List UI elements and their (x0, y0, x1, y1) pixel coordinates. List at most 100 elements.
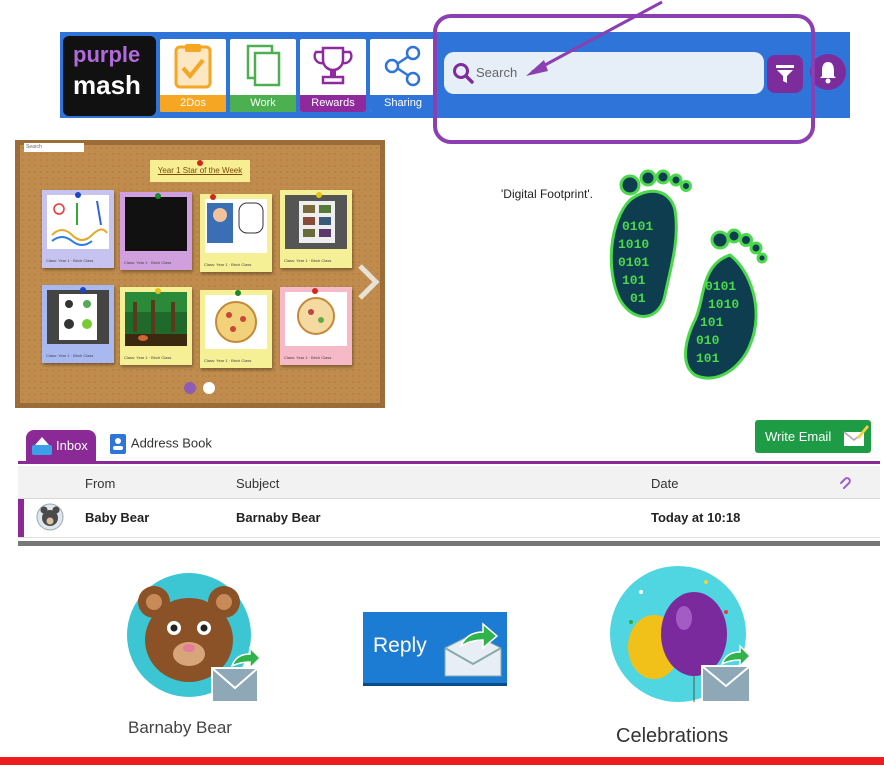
svg-text:101: 101 (622, 273, 646, 288)
barnaby-bear-caption: Barnaby Bear (128, 718, 232, 737)
tab-inbox[interactable]: Inbox (26, 430, 96, 461)
reply-envelope-icon (444, 622, 502, 677)
unread-indicator (18, 499, 24, 537)
svg-text:101: 101 (696, 351, 720, 366)
chevron-right-icon[interactable] (356, 262, 380, 302)
cork-search-input[interactable]: Search (24, 143, 84, 152)
card-picture (125, 197, 187, 251)
card-caption: Class: Year 1 · Birch Class (124, 260, 172, 265)
star-card[interactable]: Class: Year 1 · Birch Class (42, 190, 114, 268)
card-picture (47, 195, 109, 249)
star-card[interactable]: Class: Year 1 · Birch Class (120, 192, 192, 270)
footer-red-line (0, 757, 884, 765)
pin-icon (235, 290, 241, 296)
column-header-date[interactable]: Date (651, 476, 678, 491)
pin-icon (312, 288, 318, 294)
row-subject: Barnaby Bear (236, 510, 321, 525)
animals-icon (59, 294, 97, 340)
svg-text:0101: 0101 (705, 279, 736, 294)
svg-text:1010: 1010 (708, 297, 739, 312)
logo-text-mash: mash (73, 70, 141, 100)
inbox-icon (32, 437, 52, 455)
purple-mash-logo[interactable]: purple mash (63, 36, 156, 116)
card-picture (205, 295, 267, 349)
pin-icon (210, 194, 216, 200)
pin-icon (197, 160, 203, 166)
star-card[interactable]: Class: Year 1 · Birch Class (280, 190, 352, 268)
svg-text:010: 010 (696, 333, 720, 348)
nav-tile-rewards[interactable]: Rewards (300, 39, 366, 112)
pin-icon (80, 287, 86, 293)
svg-text:0101: 0101 (618, 255, 649, 270)
tab-address-book[interactable]: Address Book (108, 433, 212, 455)
card-picture (47, 290, 109, 344)
card-caption: Class: Year 1 · Birch Class (46, 353, 94, 358)
nav-tile-2dos[interactable]: 2Dos (160, 39, 226, 112)
digital-footprint-label: 'Digital Footprint'. (501, 187, 593, 201)
avatar (36, 503, 64, 531)
photo-grid-icon (299, 201, 335, 243)
pizza-icon (297, 297, 335, 335)
notifications-button[interactable] (810, 54, 846, 90)
table-header (18, 466, 880, 499)
attachment-icon (840, 477, 851, 489)
nav-tile-sharing[interactable]: Sharing (370, 39, 436, 112)
star-card[interactable]: Class: Year 1 · Birch Class (200, 194, 272, 272)
card-caption: Class: Year 1 · Birch Class (124, 355, 172, 360)
card-picture (285, 292, 347, 346)
star-card[interactable]: Class: Year 1 · Birch Class (120, 287, 192, 365)
bell-icon (820, 62, 836, 84)
pin-icon (155, 288, 161, 294)
drawing-icon (51, 200, 108, 246)
pin-icon (316, 192, 322, 198)
row-date: Today at 10:18 (651, 510, 741, 525)
carousel-dot-active[interactable] (184, 382, 196, 394)
card-picture (285, 195, 347, 249)
nav-tile-work[interactable]: Work (230, 39, 296, 112)
card-caption: Class: Year 1 · Birch Class (284, 258, 332, 263)
pin-icon (155, 193, 161, 199)
card-caption: Class: Year 1 · Birch Class (204, 262, 252, 267)
celebrations-icon[interactable] (606, 562, 756, 712)
trophy-icon (313, 46, 353, 85)
column-header-subject[interactable]: Subject (236, 476, 279, 491)
tab-address-book-label: Address Book (130, 435, 212, 451)
nav-tile-rewards-label: Rewards (300, 95, 366, 112)
documents-icon (246, 44, 281, 87)
pin-icon (75, 192, 81, 198)
tab-inbox-label: Inbox (56, 438, 88, 453)
card-caption: Class: Year 1 · Birch Class (46, 258, 94, 263)
reply-button[interactable]: Reply (363, 612, 507, 686)
write-email-button[interactable]: Write Email (755, 420, 871, 453)
logo-text-purple: purple (73, 42, 141, 67)
nav-tile-2dos-label: 2Dos (160, 95, 226, 112)
svg-text:101: 101 (700, 315, 724, 330)
nav-tile-work-label: Work (230, 95, 296, 112)
star-card[interactable]: Class: Year 1 · Birch Class (200, 290, 272, 368)
celebrations-caption: Celebrations (616, 725, 729, 747)
column-header-from[interactable]: From (85, 476, 115, 491)
star-card[interactable]: Class: Year 1 · Birch Class (280, 287, 352, 365)
nav-tile-sharing-label: Sharing (370, 95, 436, 112)
annotation-arrow-icon (526, 0, 663, 76)
carousel-dot[interactable] (203, 382, 215, 394)
card-caption: Class: Year 1 · Birch Class (204, 358, 252, 363)
row-from: Baby Bear (85, 510, 150, 525)
barnaby-bear-contact-icon[interactable] (124, 570, 264, 710)
write-email-label: Write Email (765, 429, 832, 444)
compose-envelope-icon (843, 425, 869, 446)
share-icon (384, 45, 421, 87)
card-caption: Class: Year 1 · Birch Class (284, 355, 332, 360)
address-book-icon (110, 434, 126, 454)
card-picture (205, 199, 267, 253)
star-card[interactable]: Class: Year 1 · Birch Class (42, 285, 114, 363)
svg-text:1010: 1010 (618, 237, 649, 252)
tab-underline (18, 461, 880, 464)
reply-label: Reply (373, 634, 427, 657)
clipboard-check-icon (174, 44, 212, 89)
card-picture (125, 292, 187, 346)
pizza-icon (215, 301, 257, 343)
svg-text:0101: 0101 (622, 219, 653, 234)
forest-icon (125, 292, 187, 346)
panel-bottom-border (18, 541, 880, 546)
